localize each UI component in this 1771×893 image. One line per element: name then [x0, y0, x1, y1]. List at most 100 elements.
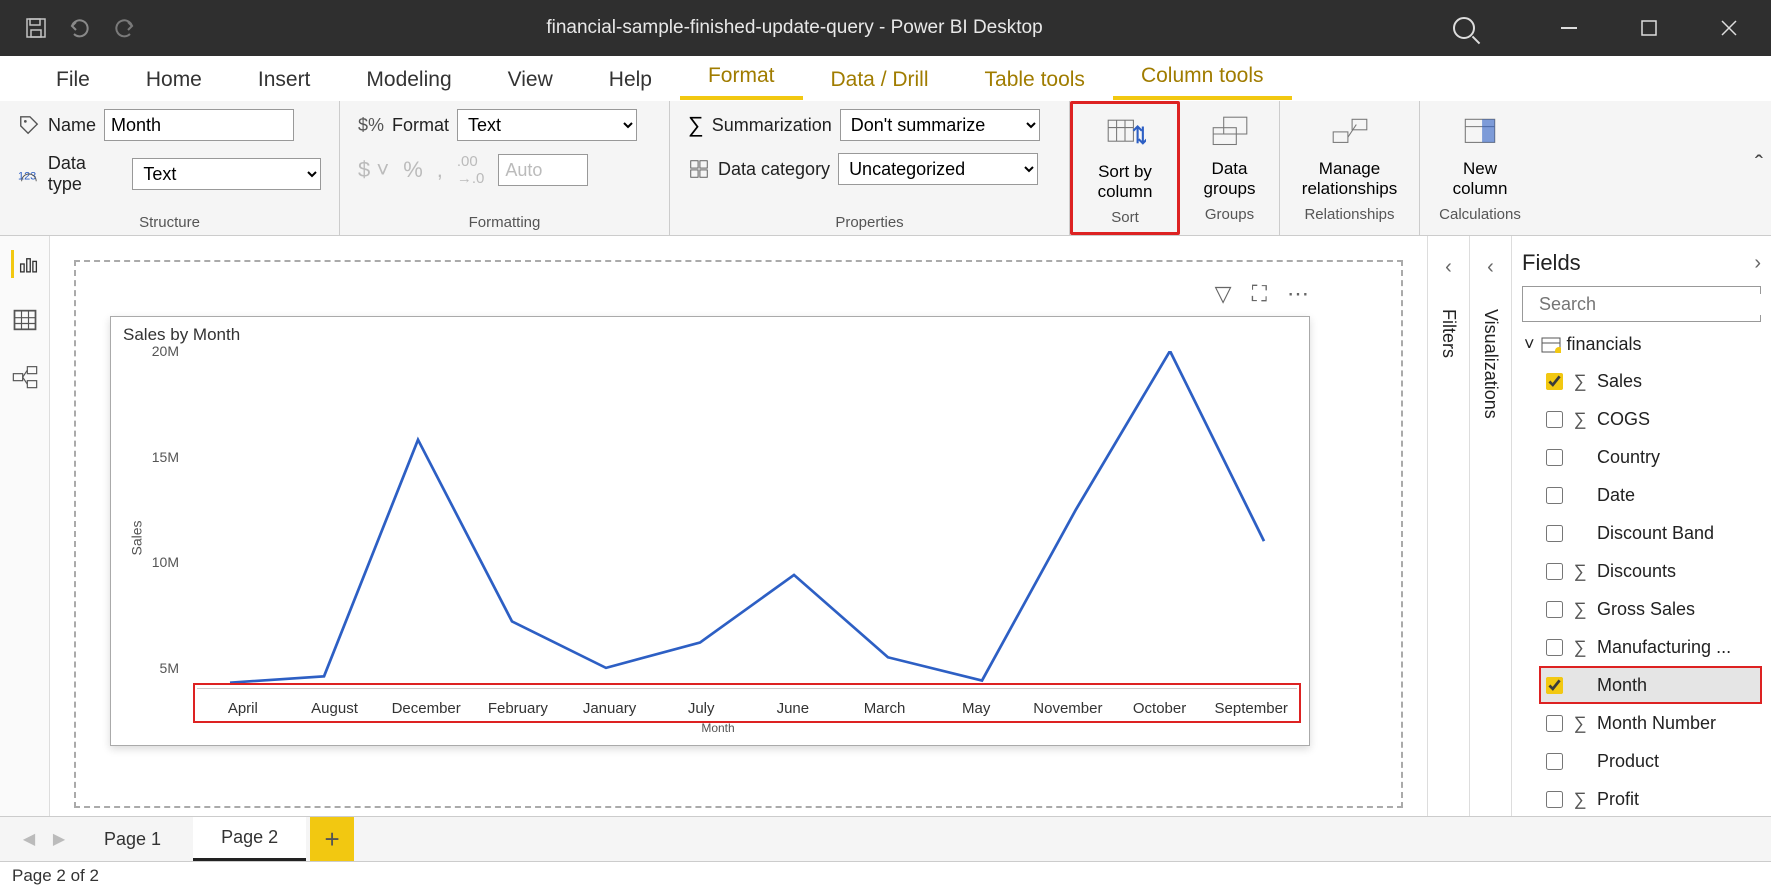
- new-column-button[interactable]: New column: [1438, 109, 1522, 204]
- manage-relationships-button[interactable]: Manage relationships: [1298, 109, 1401, 204]
- tab-view[interactable]: View: [480, 60, 581, 100]
- field-item-cogs[interactable]: ∑ COGS: [1540, 401, 1761, 437]
- sort-by-column-button[interactable]: Sort by column: [1091, 112, 1159, 207]
- maximize-button[interactable]: [1623, 8, 1675, 48]
- page-next[interactable]: ▶: [46, 829, 72, 849]
- more-options-icon[interactable]: ⋯: [1287, 281, 1309, 307]
- chart-title: Sales by Month: [111, 317, 1309, 349]
- filter-icon[interactable]: ▽: [1215, 281, 1232, 307]
- close-button[interactable]: [1703, 8, 1755, 48]
- group-formatting: Formatting: [358, 212, 651, 231]
- undo-icon[interactable]: [68, 16, 92, 40]
- field-label: Date: [1597, 485, 1635, 506]
- field-label: Month: [1597, 675, 1647, 696]
- field-checkbox[interactable]: [1546, 715, 1563, 732]
- field-checkbox[interactable]: [1546, 563, 1563, 580]
- format-select[interactable]: Text: [457, 109, 637, 141]
- field-label: Sales: [1597, 371, 1642, 392]
- chevron-down-icon: ˅: [1524, 334, 1535, 355]
- tab-data-drill[interactable]: Data / Drill: [803, 60, 957, 100]
- fields-table-financials[interactable]: ˅ financials: [1522, 334, 1761, 355]
- field-checkbox[interactable]: [1546, 639, 1563, 656]
- field-checkbox[interactable]: [1546, 677, 1563, 694]
- tag-icon: [18, 114, 40, 136]
- field-item-profit[interactable]: ∑Profit: [1540, 781, 1761, 816]
- tab-column-tools[interactable]: Column tools: [1113, 56, 1292, 100]
- field-item-gross-sales[interactable]: ∑Gross Sales: [1540, 591, 1761, 627]
- sigma-icon: ∑: [1571, 637, 1589, 658]
- model-view-icon[interactable]: [11, 362, 39, 390]
- field-label: COGS: [1597, 409, 1650, 430]
- collapse-ribbon-button[interactable]: ˆ: [1755, 151, 1763, 179]
- tab-table-tools[interactable]: Table tools: [957, 60, 1113, 100]
- tab-format[interactable]: Format: [680, 56, 803, 100]
- minimize-button[interactable]: [1543, 8, 1595, 48]
- field-label: Month Number: [1597, 713, 1716, 734]
- sigma-icon: ∑: [1571, 713, 1589, 734]
- data-category-select[interactable]: Uncategorized: [838, 153, 1038, 185]
- fields-title: Fields: [1522, 250, 1581, 276]
- name-input[interactable]: [104, 109, 294, 141]
- field-checkbox[interactable]: [1546, 449, 1563, 466]
- search-icon[interactable]: [1453, 17, 1475, 39]
- decimals-button[interactable]: .00→.0: [457, 153, 485, 187]
- visualizations-pane-collapsed[interactable]: ‹ Visualizations: [1469, 236, 1511, 816]
- field-checkbox[interactable]: [1546, 601, 1563, 618]
- field-item-month[interactable]: Month: [1540, 667, 1761, 703]
- percent-button[interactable]: %: [403, 157, 423, 183]
- y-tick: 15M: [152, 449, 179, 465]
- field-item-discount-band[interactable]: Discount Band: [1540, 515, 1761, 551]
- page-prev[interactable]: ◀: [16, 829, 42, 849]
- fields-pane: Fields › ˅ financials ∑ Sales∑ COGSCount…: [1511, 236, 1771, 816]
- currency-button[interactable]: $ ˅: [358, 157, 389, 183]
- field-checkbox[interactable]: [1546, 525, 1563, 542]
- group-structure: Structure: [18, 212, 321, 231]
- datatype-select[interactable]: Text: [132, 158, 321, 190]
- sigma-icon: ∑: [1571, 371, 1589, 392]
- thousands-button[interactable]: ,: [437, 157, 443, 183]
- tab-home[interactable]: Home: [118, 60, 230, 100]
- field-item-date[interactable]: Date: [1540, 477, 1761, 513]
- data-groups-button[interactable]: Data groups: [1198, 109, 1261, 204]
- field-item-discounts[interactable]: ∑Discounts: [1540, 553, 1761, 589]
- focus-mode-icon[interactable]: ⛶: [1252, 281, 1267, 307]
- report-view-icon[interactable]: [11, 250, 39, 278]
- field-item-country[interactable]: Country: [1540, 439, 1761, 475]
- chevron-right-icon[interactable]: ›: [1754, 252, 1761, 275]
- page-tab-1[interactable]: Page 1: [76, 819, 189, 860]
- tab-modeling[interactable]: Modeling: [338, 60, 479, 100]
- tab-help[interactable]: Help: [581, 60, 680, 100]
- format-label: Format: [392, 115, 449, 136]
- field-checkbox[interactable]: [1546, 411, 1563, 428]
- field-checkbox[interactable]: [1546, 753, 1563, 770]
- summarization-select[interactable]: Don't summarize: [840, 109, 1040, 141]
- y-tick: 10M: [152, 554, 179, 570]
- new-page-button[interactable]: +: [310, 817, 354, 861]
- groups-icon: [1209, 113, 1251, 155]
- save-icon[interactable]: [24, 16, 48, 40]
- field-item-manufacturing-[interactable]: ∑Manufacturing ...: [1540, 629, 1761, 665]
- chart-visual[interactable]: ▽ ⛶ ⋯ Sales by Month Sales 20M15M10M5M A…: [110, 316, 1310, 746]
- field-item-month-number[interactable]: ∑ Month Number: [1540, 705, 1761, 741]
- summarization-label: Summarization: [712, 115, 832, 136]
- tab-file[interactable]: File: [28, 60, 118, 100]
- field-item-sales[interactable]: ∑ Sales: [1540, 363, 1761, 399]
- field-checkbox[interactable]: [1546, 791, 1563, 808]
- statusbar: Page 2 of 2: [0, 861, 1771, 893]
- fields-search-input[interactable]: [1539, 294, 1771, 315]
- app-title: financial-sample-finished-update-query -…: [136, 17, 1453, 39]
- field-checkbox[interactable]: [1546, 373, 1563, 390]
- tab-insert[interactable]: Insert: [230, 60, 339, 100]
- field-label: Discounts: [1597, 561, 1676, 582]
- field-label: Profit: [1597, 789, 1639, 810]
- field-checkbox[interactable]: [1546, 487, 1563, 504]
- report-canvas[interactable]: ▽ ⛶ ⋯ Sales by Month Sales 20M15M10M5M A…: [50, 236, 1427, 816]
- number-format-input[interactable]: [498, 154, 588, 186]
- data-view-icon[interactable]: [11, 306, 39, 334]
- page-tab-2[interactable]: Page 2: [193, 817, 306, 861]
- field-item-product[interactable]: Product: [1540, 743, 1761, 779]
- fields-search[interactable]: [1522, 286, 1761, 322]
- sigma-icon: ∑: [1571, 409, 1589, 430]
- filters-pane-collapsed[interactable]: ‹ Filters: [1427, 236, 1469, 816]
- redo-icon[interactable]: [112, 16, 136, 40]
